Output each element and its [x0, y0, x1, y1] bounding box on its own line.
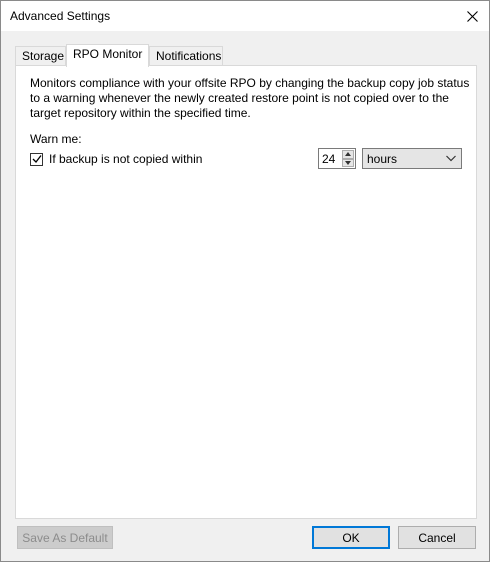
interval-value[interactable]: 24 — [322, 152, 335, 166]
tab-notifications[interactable]: Notifications — [149, 46, 223, 65]
backup-not-copied-label: If backup is not copied within — [49, 152, 203, 166]
backup-not-copied-option[interactable]: If backup is not copied within — [30, 152, 202, 166]
caret-up-icon — [345, 152, 351, 157]
rpo-monitor-panel: Monitors compliance with your offsite RP… — [15, 65, 477, 519]
ok-button[interactable]: OK — [312, 526, 390, 549]
time-unit-select[interactable]: hours — [362, 148, 462, 169]
stepper-up-button[interactable] — [342, 150, 354, 159]
interval-stepper[interactable]: 24 — [318, 148, 356, 169]
stepper-buttons — [342, 150, 354, 167]
cancel-button[interactable]: Cancel — [398, 526, 476, 549]
time-unit-value: hours — [367, 152, 398, 166]
warn-me-label: Warn me: — [30, 132, 82, 146]
backup-not-copied-checkbox[interactable] — [30, 152, 43, 166]
tab-storage[interactable]: Storage — [15, 46, 66, 65]
rpo-description: Monitors compliance with your offsite RP… — [30, 76, 470, 120]
save-as-default-button[interactable]: Save As Default — [17, 526, 113, 549]
advanced-settings-dialog: Advanced Settings Storage RPO Monitor No… — [0, 0, 490, 562]
close-icon — [466, 10, 478, 22]
title-bar: Advanced Settings — [1, 1, 489, 31]
close-button[interactable] — [455, 1, 489, 31]
checkmark-icon — [32, 155, 42, 163]
stepper-down-button[interactable] — [342, 158, 354, 167]
chevron-down-icon — [446, 155, 456, 162]
caret-down-icon — [345, 160, 351, 165]
window-title: Advanced Settings — [10, 9, 111, 23]
tab-rpo-monitor[interactable]: RPO Monitor — [66, 44, 149, 67]
